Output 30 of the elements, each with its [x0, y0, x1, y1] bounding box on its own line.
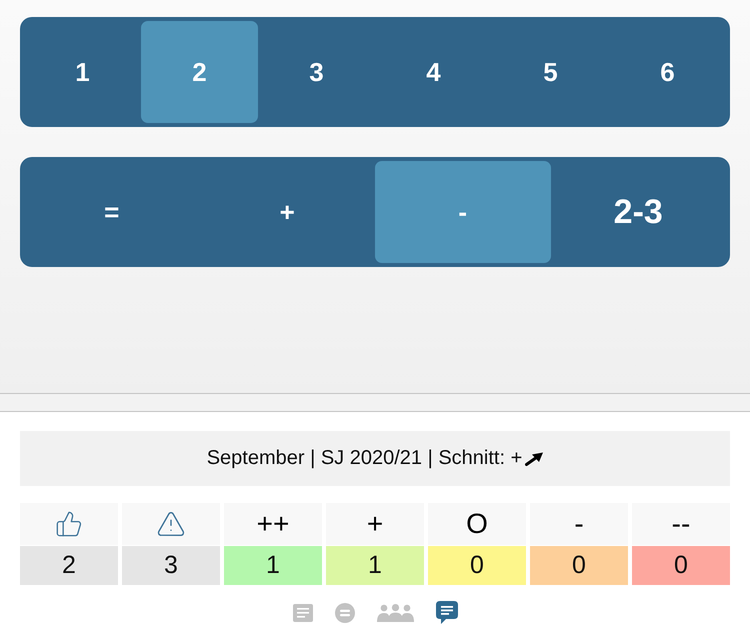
- count-cell: 1: [326, 546, 424, 585]
- grade-option[interactable]: 6: [609, 21, 726, 123]
- grade-option[interactable]: 4: [375, 21, 492, 123]
- people-icon[interactable]: [376, 604, 414, 622]
- count-cell: 0: [632, 546, 730, 585]
- trend-option[interactable]: 2-3: [550, 161, 726, 263]
- equals-circle-icon[interactable]: [334, 603, 354, 623]
- arrow-icon: [525, 452, 544, 466]
- grade-option[interactable]: 5: [492, 21, 609, 123]
- column-header: --: [632, 503, 730, 545]
- column-header: +: [326, 503, 424, 545]
- thumbs-up-icon: [55, 510, 83, 538]
- count-cell: 1: [224, 546, 322, 585]
- summary-text: September | SJ 2020/21 | Schnitt: +: [206, 447, 522, 470]
- grade-option[interactable]: 3: [258, 21, 375, 123]
- trend-option[interactable]: =: [24, 161, 200, 263]
- warning-icon: [156, 509, 186, 539]
- document-icon[interactable]: [292, 604, 312, 622]
- column-header: -: [530, 503, 628, 545]
- trend-option[interactable]: +: [200, 161, 375, 263]
- grade-option[interactable]: 2: [141, 21, 258, 123]
- grade-option[interactable]: 1: [24, 21, 141, 123]
- count-cell: 0: [428, 546, 526, 585]
- column-header: ++: [224, 503, 322, 545]
- count-cell: 0: [530, 546, 628, 585]
- trend-option[interactable]: -: [375, 161, 550, 263]
- column-header: O: [428, 503, 526, 545]
- chat-icon[interactable]: [436, 601, 458, 625]
- count-cell: 3: [122, 546, 220, 585]
- count-cell: 2: [20, 546, 118, 585]
